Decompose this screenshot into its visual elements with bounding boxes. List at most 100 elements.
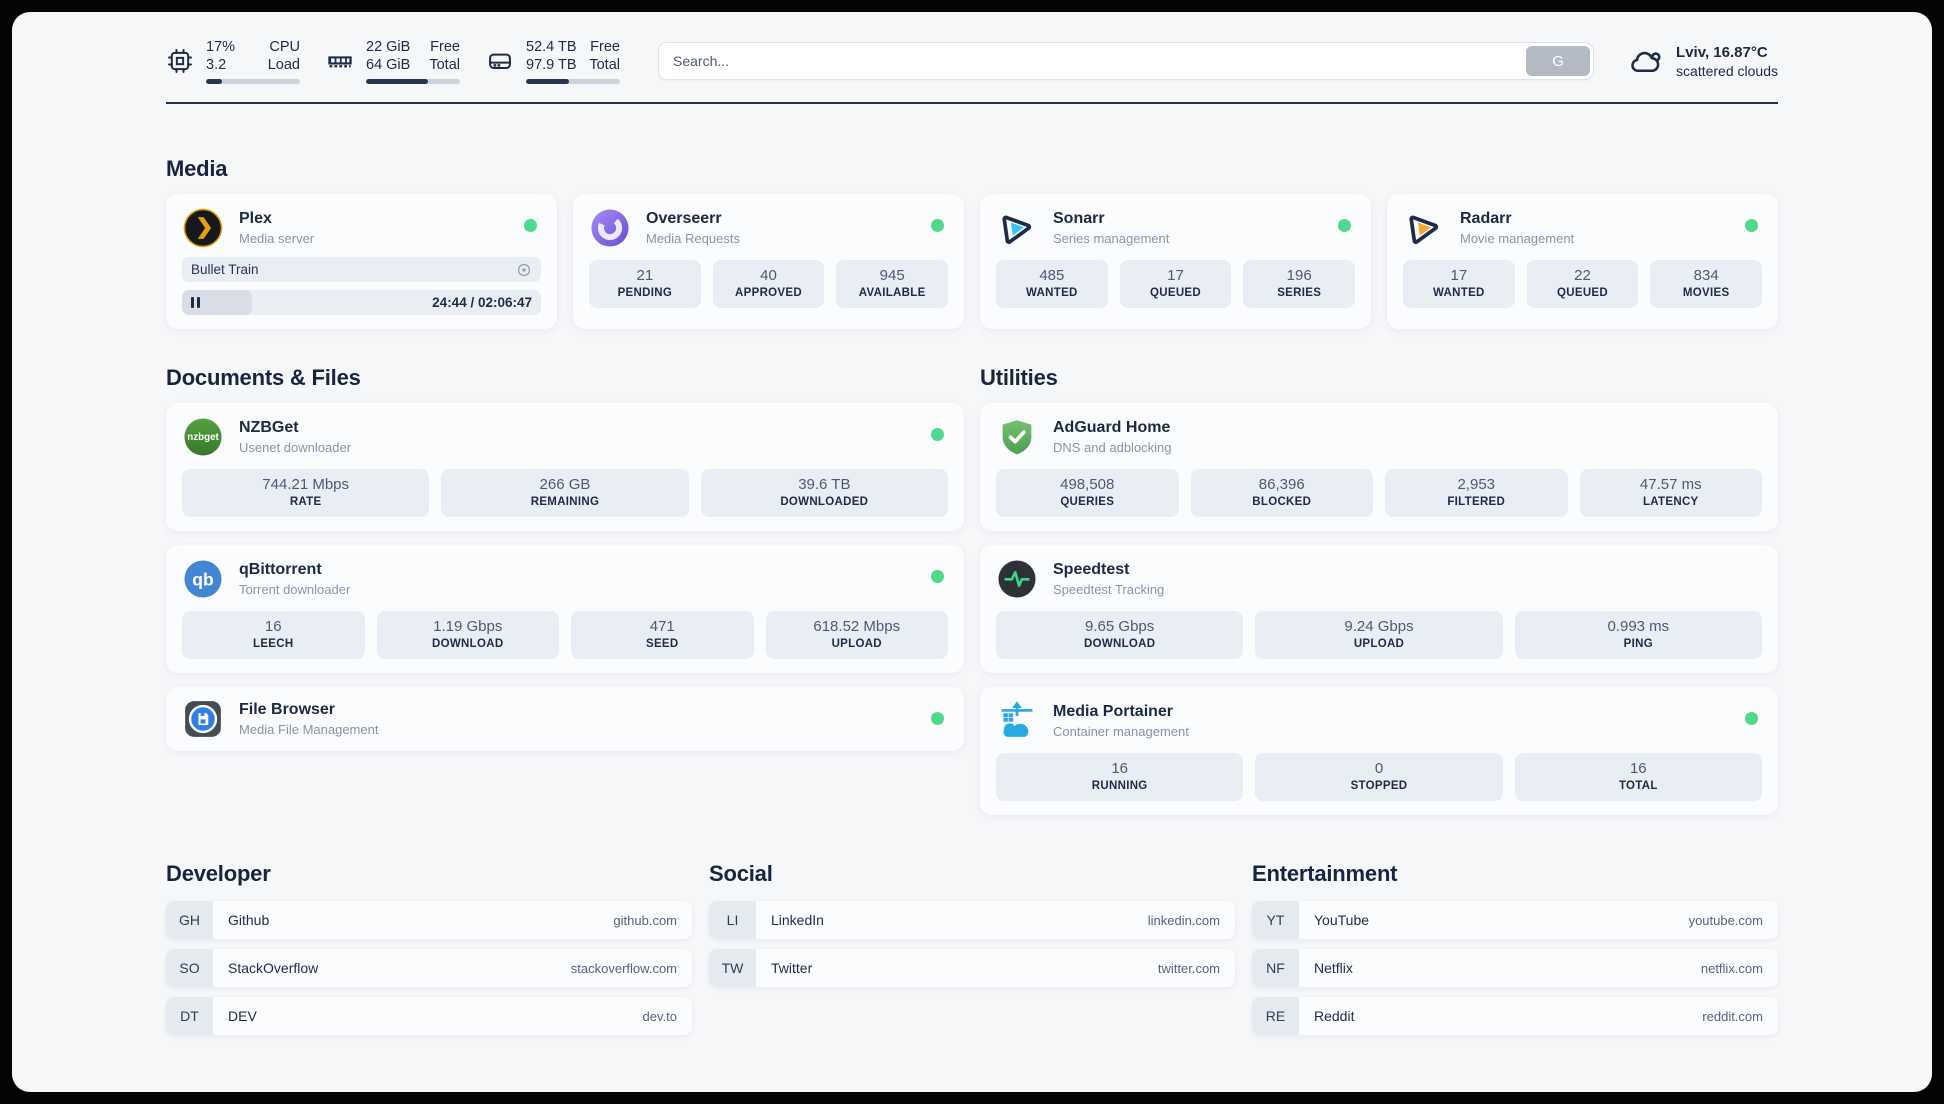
app-subtitle: Series management bbox=[1053, 231, 1170, 246]
link-linkedin[interactable]: LI LinkedIn linkedin.com bbox=[709, 901, 1235, 939]
link-stackoverflow[interactable]: SO StackOverflow stackoverflow.com bbox=[166, 949, 692, 987]
link-label: StackOverflow bbox=[228, 960, 319, 976]
radarr-icon bbox=[1409, 215, 1439, 244]
app-name: Plex bbox=[239, 210, 272, 227]
app-card-adguard[interactable]: AdGuard Home DNS and adblocking 498,508 Q… bbox=[980, 403, 1778, 531]
link-github[interactable]: GH Github github.com bbox=[166, 901, 692, 939]
adguard-icon bbox=[1002, 420, 1032, 455]
app-card-radarr[interactable]: Radarr Movie management 17 WANTED 22 QUEUE… bbox=[1387, 194, 1778, 329]
search-engine-button[interactable]: G bbox=[1526, 46, 1591, 76]
disk-widget: 52.4 TB Free 97.9 TB Total bbox=[486, 38, 620, 84]
app-card-nzbget[interactable]: nzbget NZBGet Usenet downloader 744.21 M… bbox=[166, 403, 964, 531]
stat-stopped: 0 STOPPED bbox=[1255, 753, 1503, 801]
documents-column: Documents & Files nzbget NZBGet Usenet d… bbox=[166, 365, 964, 815]
speedtest-icon bbox=[998, 560, 1036, 598]
stat-queued: 22 QUEUED bbox=[1526, 260, 1639, 308]
link-label: Github bbox=[228, 912, 270, 928]
scattered-clouds-icon bbox=[1631, 51, 1661, 73]
link-url: netflix.com bbox=[1700, 960, 1763, 976]
app-card-qbittorrent[interactable]: qb qBittorrent Torrent downloader 16 LEEC… bbox=[166, 545, 964, 673]
cpu-usage: 17% bbox=[206, 39, 236, 55]
app-card-filebrowser[interactable]: File Browser Media File Management bbox=[166, 687, 964, 751]
app-card-overseerr[interactable]: Overseerr Media Requests 21 PENDING 40 APP… bbox=[573, 194, 964, 329]
link-url: stackoverflow.com bbox=[570, 960, 677, 976]
app-card-plex[interactable]: Plex Media server Bullet Train 24:44 / 0… bbox=[166, 194, 557, 329]
section-title-developer: Developer bbox=[166, 861, 271, 886]
status-dot bbox=[1338, 219, 1351, 232]
header-divider bbox=[166, 102, 1778, 104]
session-screen-icon[interactable] bbox=[516, 262, 532, 278]
stat-pending: 21 PENDING bbox=[589, 260, 701, 308]
link-label: Twitter bbox=[771, 960, 813, 976]
links-column-social: Social LI LinkedIn linkedin.com TW Twitt… bbox=[709, 861, 1235, 1035]
status-dot bbox=[931, 570, 944, 583]
search-input[interactable] bbox=[658, 42, 1595, 80]
stat-total: 16 TOTAL bbox=[1514, 753, 1762, 801]
link-abbr: LI bbox=[709, 901, 756, 939]
filebrowser-icon bbox=[185, 701, 221, 737]
link-url: github.com bbox=[613, 912, 677, 928]
app-name: AdGuard Home bbox=[1053, 419, 1171, 436]
link-dev[interactable]: DT DEV dev.to bbox=[166, 997, 692, 1035]
ram-free: 22 GiB bbox=[366, 39, 411, 55]
stat-wanted: 17 WANTED bbox=[1403, 260, 1515, 308]
app-card-sonarr[interactable]: Sonarr Series management 485 WANTED 17 QUE… bbox=[980, 194, 1371, 329]
stat-seed: 471 SEED bbox=[571, 611, 754, 659]
section-title-media: Media bbox=[166, 156, 228, 181]
top-bar: 17% CPU 3.2 Load 22 GiB Free 64 GiB Total bbox=[166, 12, 1778, 84]
stat-download: 9.65 Gbps DOWNLOAD bbox=[996, 611, 1244, 659]
stat-queued: 17 QUEUED bbox=[1119, 260, 1232, 308]
disk-progress-bar bbox=[526, 79, 620, 84]
cpu-progress-bar bbox=[206, 79, 300, 84]
sonarr-icon bbox=[1002, 215, 1032, 244]
player-progress-row[interactable]: 24:44 / 02:06:47 bbox=[182, 290, 541, 315]
ram-total: 64 GiB bbox=[366, 57, 411, 73]
app-name: Speedtest bbox=[1053, 561, 1130, 578]
stat-leech: 16 LEECH bbox=[182, 611, 365, 659]
link-url: reddit.com bbox=[1702, 1008, 1763, 1024]
link-youtube[interactable]: YT YouTube youtube.com bbox=[1252, 901, 1778, 939]
svg-text:qb: qb bbox=[192, 569, 213, 589]
link-netflix[interactable]: NF Netflix netflix.com bbox=[1252, 949, 1778, 987]
app-name: Radarr bbox=[1460, 210, 1512, 227]
app-subtitle: Media File Management bbox=[239, 722, 379, 737]
disk-icon bbox=[489, 53, 511, 69]
stat-movies: 834 MOVIES bbox=[1650, 260, 1763, 308]
status-dot bbox=[931, 428, 944, 441]
ram-icon bbox=[328, 56, 352, 68]
weather-condition: scattered clouds bbox=[1676, 62, 1778, 79]
stat-wanted: 485 WANTED bbox=[996, 260, 1108, 308]
ram-label-2: Total bbox=[429, 57, 460, 73]
link-label: YouTube bbox=[1314, 912, 1370, 928]
link-abbr: YT bbox=[1252, 901, 1299, 939]
cpu-icon bbox=[168, 49, 192, 73]
link-twitter[interactable]: TW Twitter twitter.com bbox=[709, 949, 1235, 987]
disk-label-2: Total bbox=[589, 57, 620, 73]
cpu-widget: 17% CPU 3.2 Load bbox=[166, 38, 300, 84]
section-title-social: Social bbox=[709, 861, 773, 886]
stat-upload: 9.24 Gbps UPLOAD bbox=[1255, 611, 1503, 659]
portainer-icon bbox=[1001, 701, 1033, 737]
app-card-speedtest[interactable]: Speedtest Speedtest Tracking 9.65 Gbps DO… bbox=[980, 545, 1778, 673]
app-card-portainer[interactable]: Media Portainer Container management 16 R… bbox=[980, 687, 1778, 815]
playback-time: 24:44 / 02:06:47 bbox=[432, 295, 532, 310]
svg-text:nzbget: nzbget bbox=[187, 432, 219, 443]
stat-download: 1.19 Gbps DOWNLOAD bbox=[376, 611, 559, 659]
app-subtitle: Container management bbox=[1053, 724, 1189, 739]
system-widgets: 17% CPU 3.2 Load 22 GiB Free 64 GiB Total bbox=[166, 38, 620, 84]
pause-icon[interactable] bbox=[191, 297, 205, 308]
weather-location: Lviv, 16.87°C bbox=[1676, 43, 1768, 61]
link-abbr: GH bbox=[166, 901, 213, 939]
weather-widget: Lviv, 16.87°C scattered clouds bbox=[1628, 43, 1778, 80]
ram-label-1: Free bbox=[430, 39, 460, 55]
link-reddit[interactable]: RE Reddit reddit.com bbox=[1252, 997, 1778, 1035]
stat-rate: 744.21 Mbps RATE bbox=[182, 469, 430, 517]
cpu-load: 3.2 bbox=[206, 57, 227, 73]
app-name: Media Portainer bbox=[1053, 703, 1174, 720]
plex-icon bbox=[183, 208, 223, 248]
link-label: LinkedIn bbox=[771, 912, 824, 928]
link-label: Reddit bbox=[1314, 1008, 1355, 1024]
app-name: Overseerr bbox=[646, 210, 722, 227]
stat-downloaded: 39.6 TB DOWNLOADED bbox=[700, 469, 948, 517]
now-playing-row[interactable]: Bullet Train bbox=[182, 257, 541, 282]
